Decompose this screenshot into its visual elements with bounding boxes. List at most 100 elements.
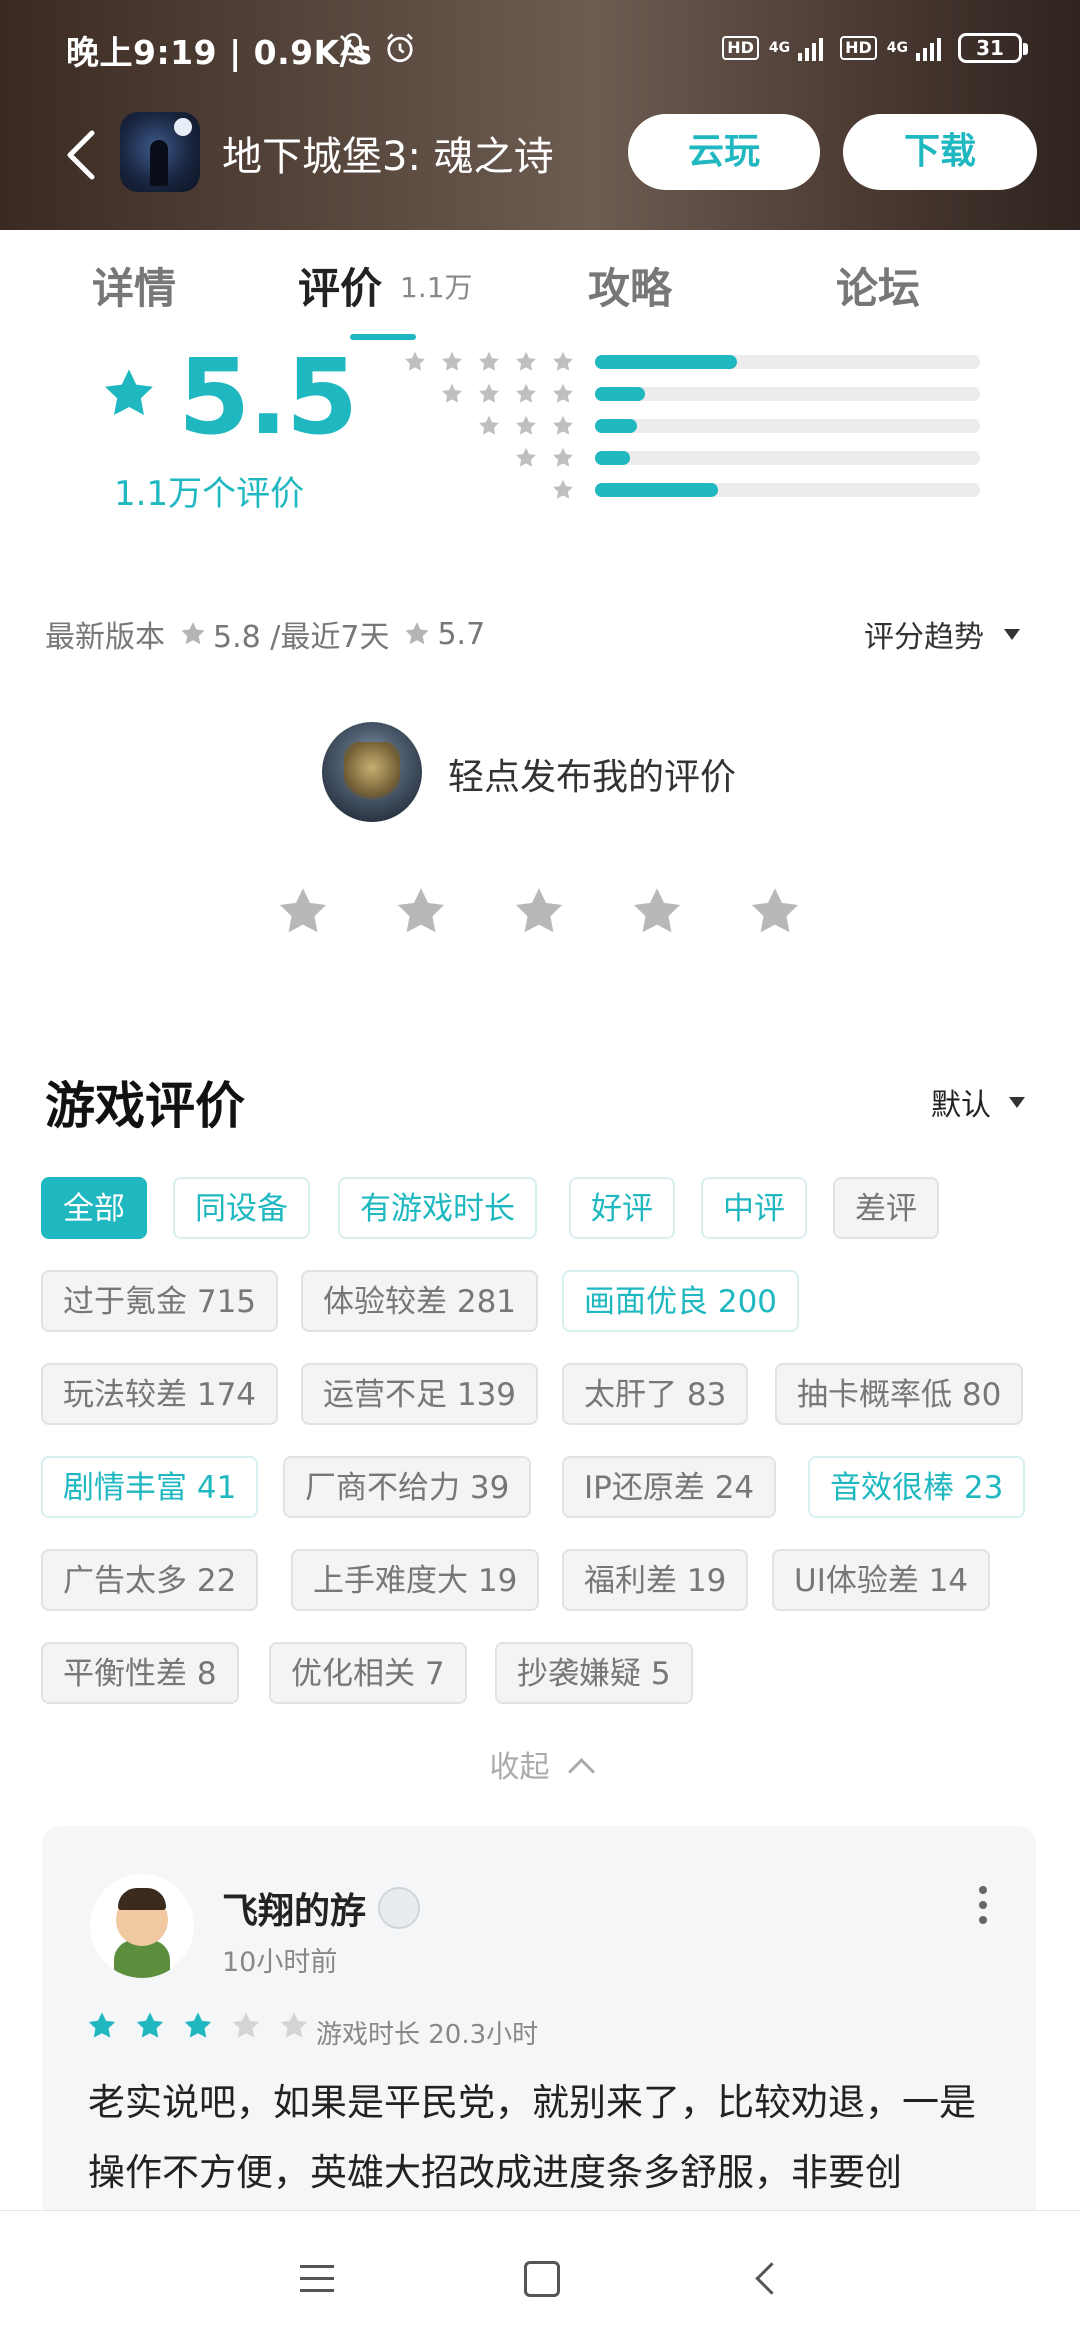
download-button[interactable]: 下载 [843, 114, 1037, 190]
tag-chip[interactable]: 玩法较差 174 [41, 1363, 279, 1425]
tab-reviews[interactable]: 评价 [298, 255, 382, 316]
dropdown-arrow-icon [1009, 1096, 1025, 1108]
rate-star-2-icon[interactable] [393, 884, 449, 940]
review-text[interactable]: 老实说吧，如果是平民党，就别来了，比较劝退，一是操作不方便，英雄大招改成进度条多… [88, 2068, 1008, 2208]
hd-badge-2: HD [840, 36, 877, 60]
distribution-stars [403, 350, 575, 374]
tag-chip[interactable]: 抄袭嫌疑 5 [495, 1642, 693, 1704]
small-star-icon [516, 415, 536, 435]
post-review-prompt[interactable]: 轻点发布我的评价 [448, 748, 736, 800]
bell-muted-icon [340, 33, 366, 63]
battery-icon: 31 [958, 33, 1028, 63]
star-empty-icon [280, 2012, 308, 2038]
filter-same-device[interactable]: 同设备 [173, 1177, 310, 1239]
tag-chip[interactable]: 平衡性差 8 [41, 1642, 239, 1704]
tag-chip[interactable]: 福利差 19 [562, 1549, 749, 1611]
signal-icon-2 [916, 38, 941, 61]
more-options-icon[interactable] [978, 1886, 988, 1926]
tag-chip[interactable]: 抽卡概率低 80 [775, 1363, 1024, 1425]
latest-version-label: 最新版本 [45, 620, 165, 655]
reviewer-avatar[interactable] [90, 1874, 194, 1978]
tag-chip[interactable]: 运营不足 139 [301, 1363, 539, 1425]
distribution-row-2 [395, 444, 985, 472]
star-empty-icon [232, 2012, 260, 2038]
user-badge-icon [378, 1887, 421, 1929]
cloud-play-button[interactable]: 云玩 [628, 114, 820, 190]
tab-details[interactable]: 详情 [92, 255, 176, 316]
rate-star-5-icon[interactable] [747, 884, 803, 940]
filter-positive[interactable]: 好评 [569, 1177, 675, 1239]
distribution-bar-fill [595, 483, 719, 497]
rate-stars [275, 884, 803, 940]
review-rating [86, 2010, 310, 2042]
small-star-icon [553, 479, 573, 499]
sort-dropdown[interactable]: 默认 [931, 1080, 1025, 1124]
tag-chip[interactable]: UI体验差 14 [772, 1549, 991, 1611]
star-filled-icon [88, 2012, 116, 2038]
back-arrow-icon[interactable] [56, 125, 106, 185]
star-filled-icon [184, 2012, 212, 2038]
rate-star-1-icon[interactable] [275, 884, 331, 940]
distribution-stars [551, 478, 575, 502]
tag-chip[interactable]: 上手难度大 19 [291, 1549, 540, 1611]
distribution-row-3 [395, 412, 985, 440]
reviewer-name-row: 飞翔的斿 [222, 1882, 421, 1934]
home-icon[interactable] [524, 2261, 560, 2297]
sort-label: 默认 [931, 1088, 991, 1123]
distribution-bar-track [595, 483, 980, 497]
tag-chip[interactable]: 过于氪金 715 [41, 1270, 279, 1332]
filter-all[interactable]: 全部 [41, 1177, 147, 1239]
distribution-row-4 [395, 380, 985, 408]
distribution-bar-fill [595, 355, 738, 369]
score-star-icon [105, 369, 153, 416]
latest-version-score: 5.8 /最近7天 [213, 620, 390, 655]
filter-negative[interactable]: 差评 [833, 1177, 939, 1239]
review-card[interactable]: 飞翔的斿 10小时前 游戏时长 20.3小时 老实说吧，如果是平民党，就别来了，… [42, 1826, 1036, 2246]
distribution-bar-fill [595, 387, 646, 401]
small-star-icon [479, 415, 499, 435]
score-trend-label: 评分趋势 [864, 620, 984, 655]
system-nav-bar [0, 2210, 1080, 2341]
filter-has-playtime[interactable]: 有游戏时长 [338, 1177, 537, 1239]
status-right: HD 4G HD 4G 31 [722, 28, 1028, 68]
reviewer-name[interactable]: 飞翔的斿 [222, 1882, 366, 1934]
distribution-stars [440, 382, 575, 406]
tag-chip[interactable]: 体验较差 281 [301, 1270, 539, 1332]
network-type-2: 4G [886, 40, 908, 56]
star-icon [181, 622, 205, 645]
alarm-icon [387, 33, 413, 63]
tag-chip[interactable]: 广告太多 22 [41, 1549, 259, 1611]
hd-badge: HD [722, 36, 759, 60]
filter-neutral[interactable]: 中评 [701, 1177, 807, 1239]
back-icon[interactable] [755, 2262, 788, 2295]
app-title: 地下城堡3: 魂之诗 [222, 134, 554, 180]
tag-chip[interactable]: 厂商不给力 39 [283, 1456, 532, 1518]
menu-icon[interactable] [300, 2265, 334, 2301]
tab-active-indicator [350, 334, 416, 340]
distribution-bar-track [595, 355, 980, 369]
small-star-icon [516, 447, 536, 467]
small-star-icon [516, 351, 536, 371]
app-header: 晚上9:19 | 0.9K/s HD 4G HD 4G 31 地下城堡3: 魂之… [0, 0, 1080, 230]
collapse-button[interactable]: 收起 [0, 1742, 1080, 1786]
tag-chip[interactable]: 太肝了 83 [562, 1363, 749, 1425]
small-star-icon [405, 351, 425, 371]
tag-chip[interactable]: IP还原差 24 [562, 1456, 777, 1518]
small-star-icon [553, 415, 573, 435]
rate-star-3-icon[interactable] [511, 884, 567, 940]
chevron-up-icon [567, 1758, 595, 1785]
tag-chip[interactable]: 音效很棒 23 [808, 1456, 1026, 1518]
last-7-days-score: 5.7 [437, 616, 486, 652]
my-avatar[interactable] [322, 722, 422, 822]
small-star-icon [553, 447, 573, 467]
tag-chip[interactable]: 优化相关 7 [269, 1642, 467, 1704]
distribution-stars [514, 446, 575, 470]
score-trend-button[interactable]: 评分趋势 [864, 612, 1020, 656]
rate-star-4-icon[interactable] [629, 884, 685, 940]
tab-guides[interactable]: 攻略 [588, 255, 672, 316]
distribution-bar-fill [595, 451, 630, 465]
tag-chip[interactable]: 剧情丰富 41 [41, 1456, 259, 1518]
tab-forum[interactable]: 论坛 [836, 255, 920, 316]
status-time: 晚上9:19 | 0.9K/s [66, 33, 373, 72]
tag-chip[interactable]: 画面优良 200 [562, 1270, 800, 1332]
